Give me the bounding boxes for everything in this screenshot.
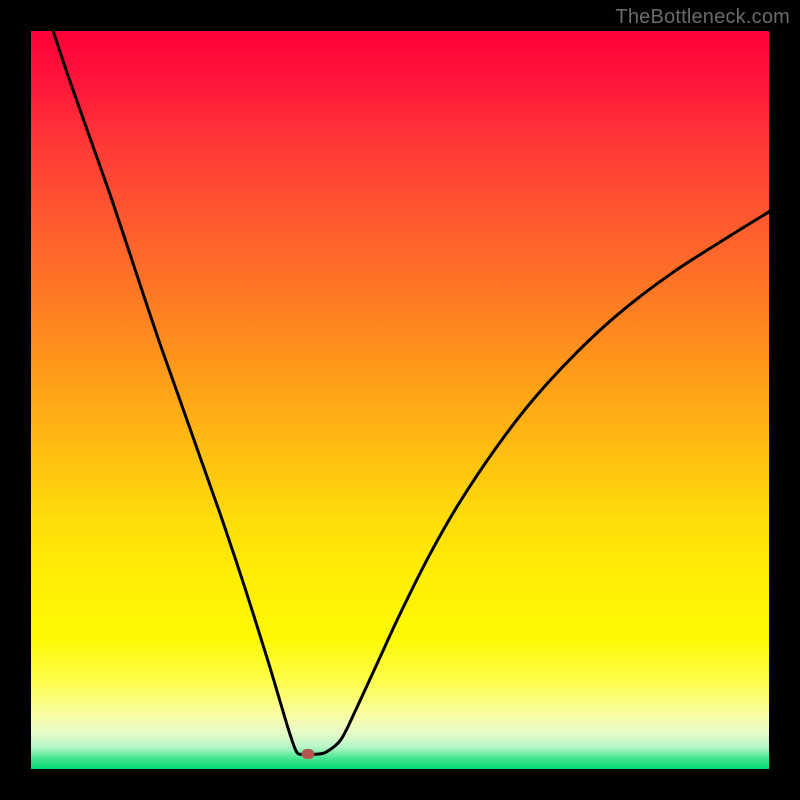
watermark-text: TheBottleneck.com: [615, 6, 790, 29]
bottleneck-curve: [31, 31, 769, 769]
minimum-marker: [301, 749, 314, 759]
chart-frame: TheBottleneck.com: [0, 0, 800, 800]
plot-area: [31, 31, 769, 769]
